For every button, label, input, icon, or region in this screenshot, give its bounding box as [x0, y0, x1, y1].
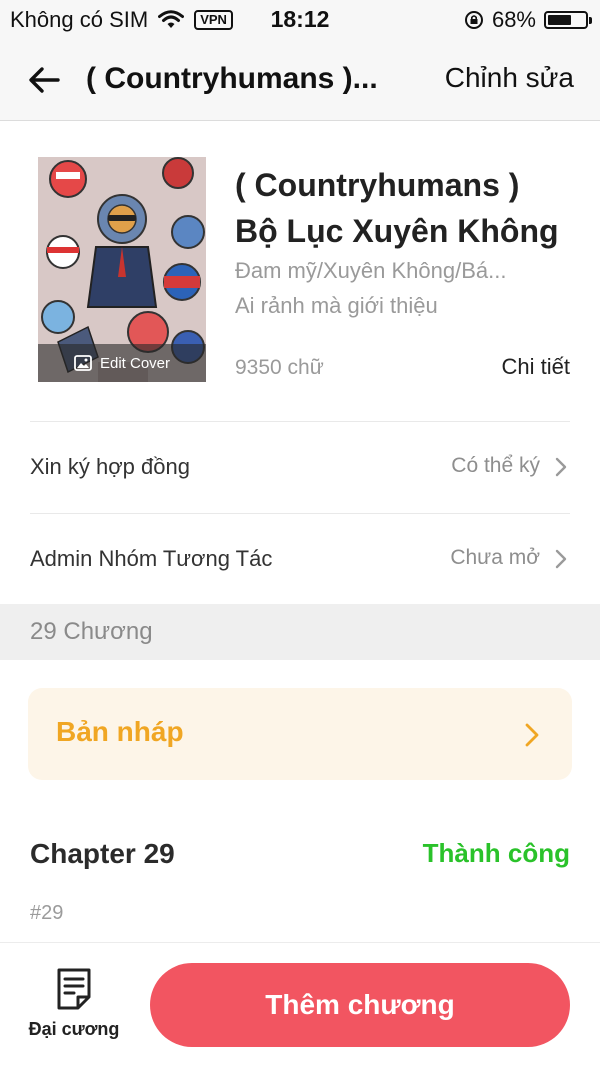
- row-admin-value: Chưa mở: [450, 546, 540, 569]
- document-icon: [57, 968, 91, 1010]
- battery-icon: [544, 11, 592, 29]
- book-genre: Đam mỹ/Xuyên Không/Bá...: [235, 258, 507, 283]
- chapter-number: #29: [30, 902, 64, 924]
- add-chapter-button[interactable]: Thêm chương: [150, 963, 570, 1047]
- row-contract-label: Xin ký hợp đồng: [30, 454, 190, 479]
- word-count: 9350 chữ: [235, 356, 324, 379]
- page-title: ( Countryhumans )...: [86, 62, 378, 95]
- draft-label: Bản nháp: [56, 716, 184, 747]
- edit-cover-button[interactable]: Edit Cover: [38, 344, 206, 382]
- row-contract-value: Có thể ký: [451, 454, 540, 477]
- chapter-status-badge: Thành công: [422, 838, 570, 868]
- orientation-lock-icon: [464, 11, 483, 29]
- outline-button[interactable]: Đại cương: [22, 963, 126, 1043]
- outline-label: Đại cương: [28, 1019, 120, 1039]
- battery-level: [548, 15, 572, 25]
- chevron-right-icon: [525, 723, 539, 747]
- book-title: ( Countryhumans ) Bộ Lục Xuyên Không: [235, 162, 580, 254]
- nav-bar: ( Countryhumans )... Chỉnh sửa: [0, 40, 600, 121]
- image-icon: [74, 355, 92, 371]
- book-title-line2: Bộ Lục Xuyên Không: [235, 213, 559, 249]
- bottom-bar: Đại cương Thêm chương: [0, 942, 600, 1066]
- edit-cover-label: Edit Cover: [99, 354, 171, 372]
- chapters-header: 29 Chương: [0, 604, 600, 660]
- book-intro: Ai rảnh mà giới thiệu: [235, 293, 438, 318]
- status-bar: Không có SIM VPN 18:12 68%: [0, 0, 600, 40]
- battery-group: 68%: [464, 7, 592, 33]
- battery-percent: 68%: [491, 7, 536, 32]
- back-arrow-icon[interactable]: [22, 58, 66, 102]
- row-admin-label: Admin Nhóm Tương Tác: [30, 546, 273, 571]
- row-contract[interactable]: Xin ký hợp đồng Có thể ký: [0, 422, 600, 512]
- book-title-line1: ( Countryhumans ): [235, 167, 520, 203]
- row-admin-group[interactable]: Admin Nhóm Tương Tác Chưa mở: [0, 514, 600, 604]
- chevron-right-icon: [555, 457, 567, 477]
- draft-card[interactable]: Bản nháp: [28, 688, 572, 780]
- chapter-title: Chapter 29: [30, 838, 175, 869]
- edit-button[interactable]: Chỉnh sửa: [445, 62, 574, 94]
- chevron-right-icon: [555, 549, 567, 569]
- book-cover[interactable]: Edit Cover: [38, 157, 206, 382]
- chapters-count: 29 Chương: [30, 618, 153, 645]
- detail-link[interactable]: Chi tiết: [502, 354, 570, 380]
